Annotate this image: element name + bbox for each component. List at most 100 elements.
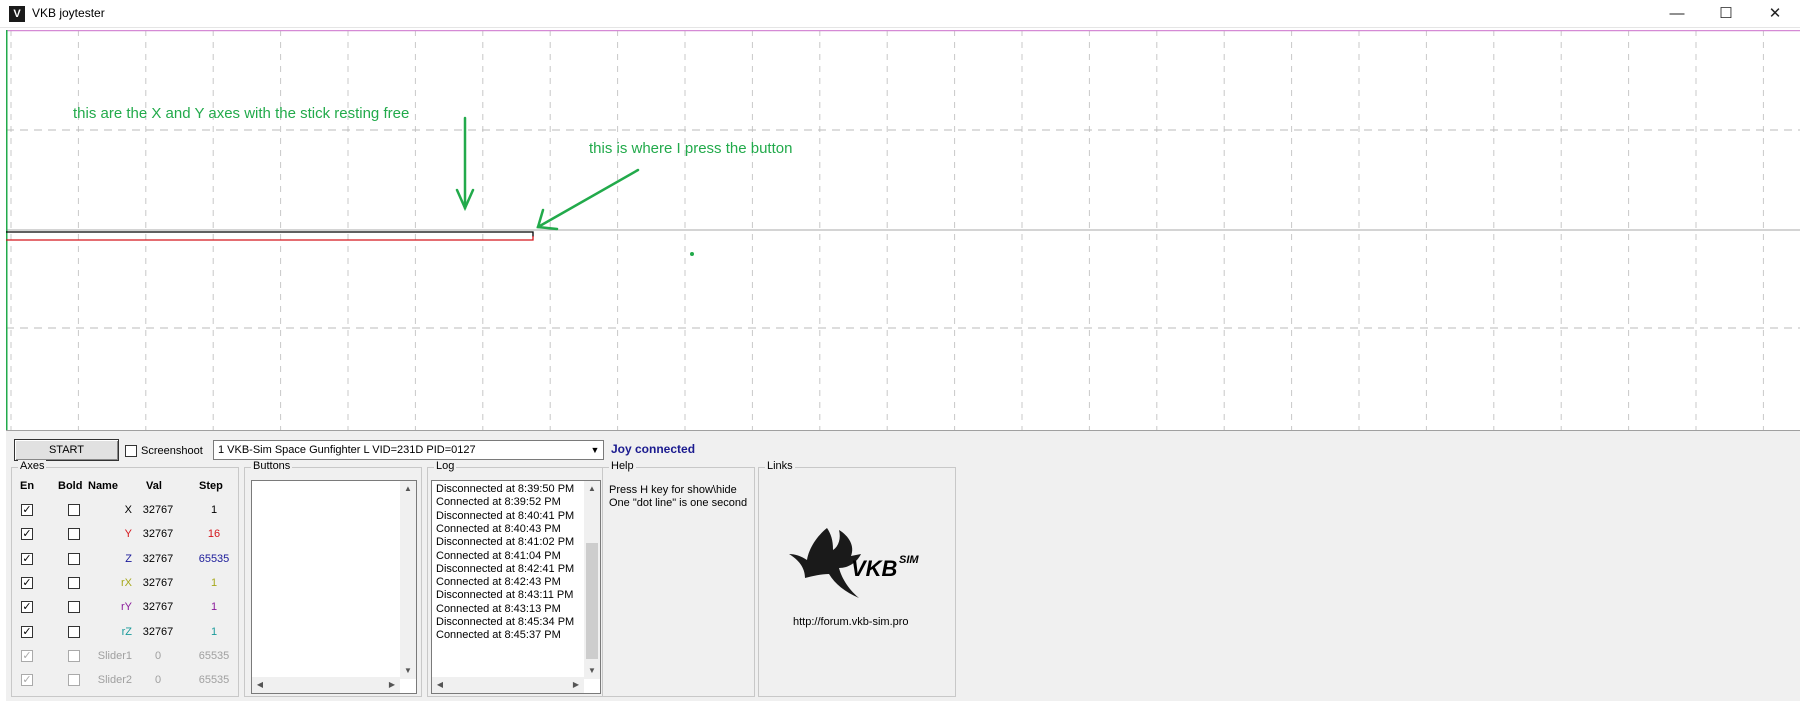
- axis-enable-checkbox[interactable]: ✓: [21, 601, 33, 614]
- log-line: Disconnected at 8:43:11 PM: [436, 589, 574, 602]
- x-axis-trace: [6, 231, 534, 237]
- log-line: Disconnected at 8:45:34 PM: [436, 616, 575, 628]
- axis-name: rY: [121, 601, 132, 614]
- screenshoot-checkbox[interactable]: [125, 445, 137, 457]
- log-hscroll[interactable]: ◀ ▶: [432, 677, 584, 693]
- annotation-button-note: this is where I press the button: [589, 140, 793, 157]
- axis-value: 0: [154, 649, 162, 662]
- axis-bold-checkbox[interactable]: [68, 528, 80, 541]
- axis-enable-checkbox[interactable]: ✓: [21, 674, 33, 687]
- axis-name: X: [124, 504, 132, 516]
- vkb-sim-logo[interactable]: VKB SIM: [789, 528, 929, 608]
- log-line: Disconnected at 8:39:50 PM: [436, 483, 575, 495]
- axis-enable-checkbox[interactable]: ✓: [21, 625, 33, 638]
- axis-graph: this are the X and Y axes with the stick…: [6, 30, 1800, 430]
- axis-value: 32767: [142, 601, 174, 614]
- links-group: Links VKB SIM http://forum.vkb-sim.pro: [758, 460, 956, 697]
- axis-enable-checkbox[interactable]: ✓: [21, 649, 33, 662]
- buttons-hscroll[interactable]: ◀ ▶: [252, 677, 400, 693]
- axis-step: 65535: [198, 649, 230, 662]
- scroll-left-icon[interactable]: ◀: [252, 677, 268, 693]
- y-axis-trace: [6, 236, 534, 241]
- scroll-right-icon[interactable]: ▶: [568, 677, 584, 693]
- buttons-vscroll[interactable]: ▲ ▼: [400, 481, 416, 679]
- annotation-arrow-down: [455, 116, 475, 212]
- axis-value: 32767: [142, 625, 174, 638]
- log-group-title: Log: [434, 460, 457, 472]
- axis-enable-checkbox[interactable]: ✓: [21, 552, 33, 565]
- log-line: Connected at 8:40:43 PM: [436, 522, 561, 535]
- axis-step: 16: [207, 528, 221, 541]
- axis-step: 1: [210, 601, 218, 614]
- log-line: Disconnected at 8:42:41 PM: [436, 562, 575, 575]
- axis-bold-checkbox[interactable]: [68, 504, 80, 516]
- axis-bold-checkbox[interactable]: [68, 552, 80, 565]
- close-button[interactable]: ✕: [1752, 0, 1798, 28]
- log-line: Disconnected at 8:41:02 PM: [436, 536, 575, 549]
- control-panel: START Screenshoot 1 VKB-Sim Space Gunfig…: [6, 430, 1800, 701]
- log-group: Log Disconnected at 8:39:50 PM Connected …: [427, 460, 603, 697]
- axis-bold-checkbox[interactable]: [68, 576, 80, 589]
- log-scroll-thumb[interactable]: [586, 543, 598, 659]
- axis-name: Y: [124, 528, 132, 541]
- axis-step: 65535: [198, 674, 230, 687]
- log-vscroll[interactable]: ▲ ▼: [584, 481, 600, 679]
- title-bar: V VKB joytester — ☐ ✕: [0, 0, 1800, 28]
- axis-name: Z: [125, 552, 132, 565]
- screenshoot-label: Screenshoot: [141, 445, 203, 457]
- axis-name: Slider1: [97, 649, 132, 662]
- log-line: Connected at 8:41:04 PM: [436, 549, 561, 562]
- axis-bold-checkbox[interactable]: [68, 625, 80, 638]
- log-list[interactable]: Disconnected at 8:39:50 PM Connected at 8…: [431, 480, 601, 694]
- axis-name: Slider2: [97, 674, 132, 687]
- buttons-group: Buttons ▲ ▼ ◀ ▶: [244, 460, 422, 697]
- axis-value: 32767: [142, 576, 174, 589]
- links-group-title: Links: [765, 460, 795, 472]
- axis-step: 1: [210, 576, 218, 589]
- log-line: Connected at 8:42:43 PM: [436, 576, 561, 589]
- axes-header-val: Val: [146, 480, 162, 492]
- scroll-right-icon[interactable]: ▶: [384, 677, 400, 693]
- axis-bold-checkbox[interactable]: [68, 601, 80, 614]
- axes-group-title: Axes: [18, 460, 47, 472]
- axes-header-bold: Bold: [58, 480, 83, 492]
- maximize-button[interactable]: ☐: [1703, 0, 1749, 28]
- log-line: Connected at 8:43:13 PM: [436, 602, 561, 615]
- annotation-axes-note: this are the X and Y axes with the stick…: [73, 105, 410, 122]
- axis-step: 1: [210, 504, 218, 516]
- axis-step: 65535: [198, 552, 230, 565]
- axis-bold-checkbox[interactable]: [68, 674, 80, 687]
- axis-bold-checkbox[interactable]: [68, 649, 80, 662]
- minimize-button[interactable]: —: [1654, 0, 1700, 28]
- axes-header-name: Name: [88, 480, 118, 492]
- chevron-down-icon[interactable]: ▼: [587, 441, 603, 459]
- log-line: Connected at 8:45:37 PM: [436, 629, 561, 642]
- help-line-2: One "dot line" is one second: [609, 497, 748, 509]
- axes-header-en: En: [20, 480, 35, 492]
- buttons-list[interactable]: ▲ ▼ ◀ ▶: [251, 480, 417, 694]
- axis-enable-checkbox[interactable]: ✓: [21, 528, 33, 541]
- help-group-title: Help: [609, 460, 636, 472]
- window-title: VKB joytester: [32, 6, 105, 20]
- device-select-value: 1 VKB-Sim Space Gunfighter L VID=231D PI…: [218, 444, 476, 456]
- axes-header-step: Step: [199, 480, 223, 492]
- scroll-down-icon[interactable]: ▼: [584, 663, 600, 679]
- buttons-group-title: Buttons: [251, 460, 293, 472]
- device-select[interactable]: 1 VKB-Sim Space Gunfighter L VID=231D PI…: [213, 440, 604, 460]
- axis-value: 32767: [142, 504, 174, 516]
- scroll-left-icon[interactable]: ◀: [432, 677, 448, 693]
- forum-link[interactable]: http://forum.vkb-sim.pro: [793, 616, 909, 628]
- axis-enable-checkbox[interactable]: ✓: [21, 504, 33, 516]
- app-icon: V: [9, 6, 25, 22]
- annotation-arrow-left: [536, 168, 640, 231]
- log-line: Disconnected at 8:40:41 PM: [436, 509, 575, 522]
- axis-enable-checkbox[interactable]: ✓: [21, 576, 33, 589]
- joy-status: Joy connected: [611, 442, 696, 456]
- start-button[interactable]: START: [14, 439, 119, 461]
- log-line: Connected at 8:39:52 PM: [436, 496, 561, 509]
- axis-name: rZ: [121, 625, 132, 638]
- scroll-up-icon[interactable]: ▲: [400, 481, 416, 497]
- scroll-down-icon[interactable]: ▼: [400, 663, 416, 679]
- axis-value: 32767: [142, 552, 174, 565]
- scroll-up-icon[interactable]: ▲: [584, 481, 600, 497]
